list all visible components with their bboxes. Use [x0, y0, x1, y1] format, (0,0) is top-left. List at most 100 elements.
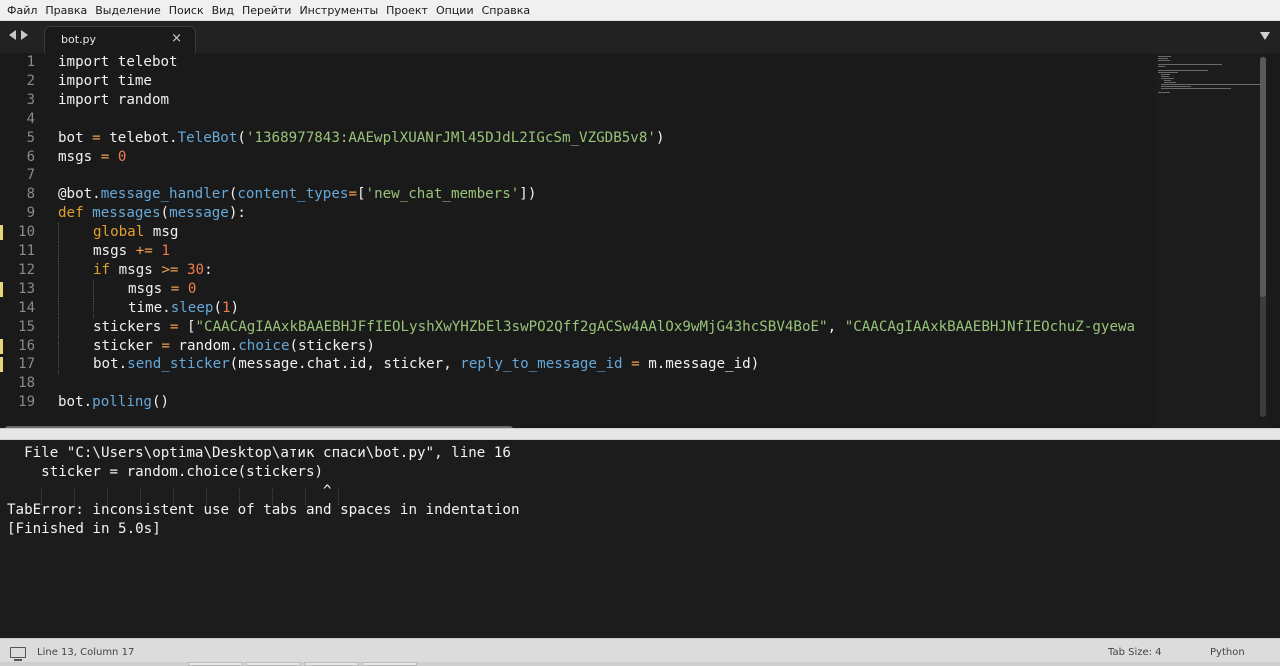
tab-bot-py[interactable]: bot.py × [44, 26, 196, 53]
code-token: = [631, 356, 640, 373]
code-line[interactable]: 15 stickers = ["CAACAgIAAxkBAAEBHJFfIEOLy… [0, 317, 1155, 337]
code-text: @bot.message_handler(content_types=['new… [58, 185, 1153, 204]
code-line[interactable]: 13 msgs = 0 [0, 279, 1155, 299]
code-line[interactable]: 7 [0, 166, 1155, 185]
code-token: 1 [161, 243, 170, 259]
indent-guide [58, 355, 59, 375]
taskbar-item[interactable] [304, 662, 359, 666]
output-line: [Finished in 5.0s] [7, 520, 161, 537]
chevron-right-icon[interactable] [21, 30, 28, 40]
code-text: time.sleep(1) [128, 299, 1153, 318]
menu-item[interactable]: Поиск [165, 0, 208, 21]
code-token: messages [92, 205, 161, 222]
code-text: if msgs >= 30: [93, 261, 1153, 280]
code-token: telebot [109, 54, 178, 70]
minimap[interactable] [1155, 53, 1268, 428]
minimap-line [1158, 64, 1222, 65]
tab-strip: bot.py × [0, 21, 1280, 53]
taskbar-item[interactable] [246, 662, 301, 666]
code-token: choice [238, 337, 290, 354]
code-token: ( [160, 205, 170, 222]
code-token: TeleBot [177, 129, 238, 146]
code-token: telebot. [100, 129, 178, 146]
code-text: bot.send_sticker(message.chat.id, sticke… [93, 355, 1153, 374]
code-token: 0 [187, 280, 197, 297]
minimap-line [1158, 60, 1170, 61]
line-number: 13 [18, 280, 35, 297]
code-token: bot. [58, 394, 93, 411]
tabs-dropdown-icon[interactable] [1260, 32, 1270, 40]
line-number: 5 [26, 129, 35, 146]
code-line[interactable]: 1 import telebot [0, 53, 1155, 72]
panel-divider[interactable] [0, 428, 1280, 440]
code-line[interactable]: 5 bot = telebot.TeleBot('1368977843:AAEwp… [0, 129, 1155, 148]
menu-item[interactable]: Правка [41, 0, 91, 21]
code-line[interactable]: 4 [0, 110, 1155, 129]
menu-item[interactable]: Перейти [238, 0, 296, 21]
code-text: msgs = 0 [58, 148, 1153, 167]
code-line[interactable]: 11 msgs += 1 [0, 242, 1155, 261]
code-token: '1368977843:AAEwplXUANrJMl45DJdL2IGcSm_V… [245, 129, 656, 146]
taskbar-item[interactable] [188, 662, 243, 666]
menu-item[interactable]: Вид [208, 0, 238, 21]
code-token: ( [237, 129, 246, 146]
code-token: import [58, 91, 110, 108]
code-token: = [161, 337, 170, 354]
line-number: 1 [26, 54, 35, 70]
menu-item[interactable]: Опции [432, 0, 478, 21]
line-number: 18 [18, 375, 35, 392]
chevron-left-icon[interactable] [9, 30, 16, 40]
panel-toggle-icon[interactable] [10, 647, 26, 661]
menu-item[interactable]: Проект [382, 0, 432, 21]
minimap-line [1161, 76, 1170, 77]
code-token: sticker [93, 337, 162, 354]
code-token: import [58, 54, 110, 70]
code-editor[interactable]: 1 import telebot 2 import time 3 import rando… [0, 53, 1280, 428]
code-token: += [135, 243, 153, 259]
code-line[interactable]: 9 def messages(message): [0, 204, 1155, 223]
minimap-line [1161, 86, 1191, 87]
code-text: import time [58, 72, 1153, 91]
code-token: : [204, 261, 213, 278]
code-line[interactable]: 16 sticker = random.choice(stickers) [0, 336, 1155, 356]
code-token: import [58, 72, 110, 89]
code-line[interactable]: 19 bot.polling() [0, 393, 1155, 412]
indent-guide [58, 317, 59, 337]
code-token: = [170, 280, 180, 297]
code-line[interactable]: 3 import random [0, 91, 1155, 110]
code-token: [ [356, 186, 366, 203]
close-icon[interactable]: × [171, 31, 182, 46]
taskbar-item[interactable] [362, 662, 417, 666]
menu-item[interactable]: Файл [3, 0, 41, 21]
minimap-line [1158, 72, 1178, 73]
code-text: bot.polling() [58, 393, 1153, 412]
tab-size[interactable]: Tab Size: 4 [1108, 647, 1162, 658]
vertical-scrollbar-thumb[interactable] [1260, 57, 1266, 297]
indent-guide [58, 242, 59, 261]
code-line[interactable]: 14 time.sleep(1) [0, 298, 1155, 318]
code-line[interactable]: 12 if msgs >= 30: [0, 260, 1155, 280]
indent-guide [58, 279, 59, 299]
code-token: message [169, 205, 229, 222]
code-token: "CAACAgIAAxkBAAEBHJFfIEOLyshXwYHZbEl3swP… [195, 318, 828, 335]
code-token: ): [228, 205, 246, 222]
code-token: ) [655, 129, 665, 146]
menu-item[interactable]: Справка [478, 0, 534, 21]
code-token: content_types [237, 186, 349, 203]
menu-item[interactable]: Инструменты [295, 0, 382, 21]
code-line[interactable]: 10 global msg [0, 223, 1155, 243]
code-line[interactable]: 2 import time [0, 72, 1155, 91]
code-line[interactable]: 8 @bot.message_handler(content_types=['ne… [0, 185, 1155, 204]
code-line[interactable]: 17 bot.send_sticker(message.chat.id, stic… [0, 355, 1155, 375]
syntax-selector[interactable]: Python [1210, 647, 1245, 658]
indent-guide [93, 298, 94, 318]
code-text: msgs += 1 [93, 242, 1153, 261]
menu-item[interactable]: Выделение [91, 0, 165, 21]
code-line[interactable]: 18 [0, 374, 1155, 393]
tab-label: bot.py [61, 33, 97, 46]
code-line[interactable]: 6 msgs = 0 [0, 148, 1155, 167]
